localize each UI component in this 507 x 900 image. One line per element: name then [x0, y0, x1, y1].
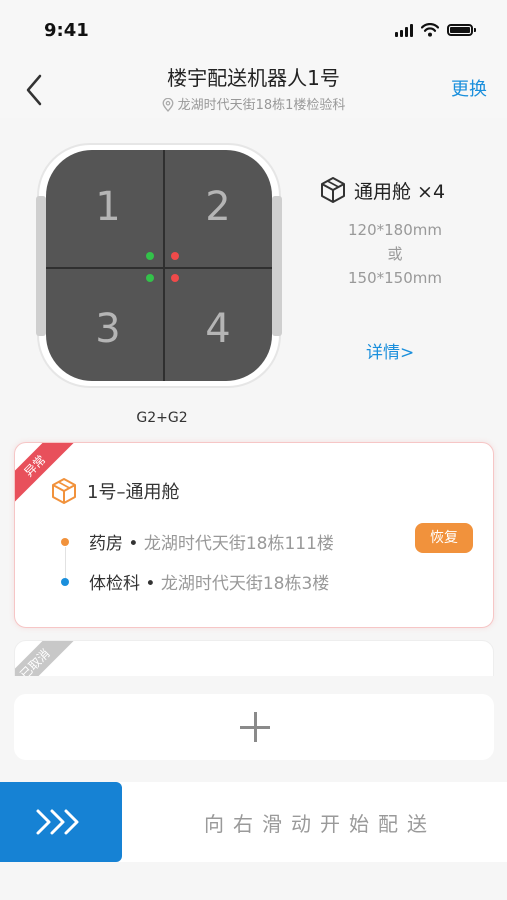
cellular-signal-icon [395, 23, 413, 37]
destination-stop: 体检科 • 龙湖时代天街18栋3楼 [89, 574, 330, 594]
restore-button[interactable]: 恢复 [415, 523, 473, 553]
slider-label: 向右滑动开始配送 [204, 812, 436, 836]
slider-handle[interactable] [0, 782, 122, 862]
triple-chevron-right-icon [36, 809, 79, 835]
compartment-2-label: 2 [205, 184, 230, 230]
page-title: 楼宇配送机器人1号 [167, 66, 340, 90]
robot-overview: 1 2 3 4 G2+G2 通用舱 ×4 120*180mm 或 150*150… [0, 118, 507, 440]
task-card[interactable]: 异常 1号–通用舱 药房 • 龙湖时代天街18栋111楼 体检科 • 龙湖时代天… [14, 442, 494, 628]
nav-bar: 楼宇配送机器人1号 龙湖时代天街18栋1楼检验科 更换 [0, 60, 507, 118]
cabin-size-line1: 120*180mm [348, 221, 442, 239]
status-bar: 9:41 [0, 0, 507, 60]
destination-dot [61, 578, 69, 586]
cabin-size-line2: 150*150mm [348, 269, 442, 287]
indicator-light-green [146, 252, 154, 260]
switch-robot-button[interactable]: 更换 [451, 75, 487, 101]
box-icon [321, 177, 345, 203]
cabin-info: 通用舱 ×4 120*180mm 或 150*150mm [320, 176, 446, 287]
robot-model-label: G2+G2 [136, 410, 188, 426]
compartment-1-label: 1 [95, 184, 120, 230]
box-icon [52, 478, 76, 504]
list-clip [0, 676, 507, 690]
location-text: 龙湖时代天街18栋1楼检验科 [177, 98, 346, 113]
destination-name: 体检科 [89, 574, 140, 594]
cabin-size-or: 或 [387, 245, 403, 263]
wifi-icon [421, 23, 439, 37]
destination-address: 龙湖时代天街18栋3楼 [160, 574, 330, 594]
robot-top-view: 1 2 3 4 [36, 143, 282, 388]
cabin-size: 120*180mm 或 150*150mm [320, 218, 470, 290]
origin-dot [61, 538, 69, 546]
plus-icon [254, 712, 257, 742]
location-pin-icon [162, 97, 174, 112]
status-icons [395, 23, 476, 37]
cabin-label: 通用舱 ×4 [354, 180, 446, 203]
details-link[interactable]: 详情> [366, 338, 414, 363]
indicator-light-green [146, 274, 154, 282]
task-card-header: 1号–通用舱 [51, 477, 179, 505]
add-task-button[interactable] [14, 694, 494, 760]
compartment-3-label: 3 [95, 306, 120, 352]
origin-address: 龙湖时代天街18栋111楼 [143, 534, 334, 554]
indicator-light-red [171, 274, 179, 282]
slide-to-start[interactable]: 向右滑动开始配送 [0, 782, 507, 862]
origin-stop: 药房 • 龙湖时代天街18栋111楼 [89, 534, 334, 554]
indicator-light-red [171, 252, 179, 260]
location-line: 龙湖时代天街18栋1楼检验科 [0, 94, 507, 113]
status-time: 9:41 [44, 20, 89, 41]
task-title: 1号–通用舱 [87, 482, 180, 503]
compartment-4-label: 4 [205, 306, 230, 352]
origin-name: 药房 [89, 534, 123, 554]
battery-icon [447, 24, 476, 36]
